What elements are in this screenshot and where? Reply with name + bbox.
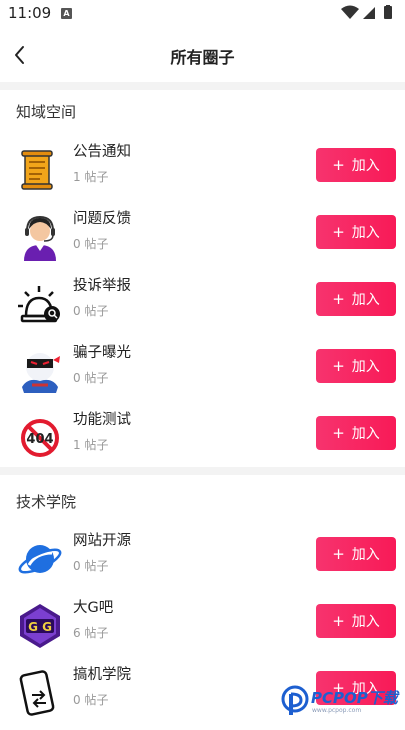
circle-name: 投诉举报	[73, 278, 131, 294]
join-label: 加入	[351, 225, 380, 241]
circle-post-count: 0 帖子	[73, 237, 109, 251]
header: 所有圈子	[0, 28, 405, 82]
circle-post-count: 0 帖子	[73, 693, 109, 707]
join-button[interactable]: + 加入	[316, 537, 396, 571]
circle-post-count: 6 帖子	[73, 626, 109, 640]
circle-name: 大G吧	[73, 600, 114, 616]
alarm-report-icon	[16, 280, 64, 328]
join-button[interactable]: + 加入	[316, 604, 396, 638]
circle-post-count: 0 帖子	[73, 559, 109, 573]
watermark: PCPOP下载 www.pcpop.com	[278, 683, 405, 720]
plus-icon: +	[332, 545, 345, 563]
join-button[interactable]: + 加入	[316, 416, 396, 450]
watermark-subtext: www.pcpop.com	[312, 707, 362, 714]
join-label: 加入	[351, 359, 380, 375]
circle-post-count: 1 帖子	[73, 170, 109, 184]
plus-icon: +	[332, 357, 345, 375]
watermark-text: PCPOP下载	[311, 689, 398, 707]
circle-item-feature-test[interactable]: 404 功能测试 1 帖子 + 加入	[0, 408, 405, 475]
circle-post-count: 1 帖子	[73, 438, 109, 452]
join-button[interactable]: + 加入	[316, 282, 396, 316]
circle-item-open-source[interactable]: 网站开源 0 帖子 + 加入	[0, 529, 405, 596]
circle-name: 搞机学院	[73, 667, 131, 683]
no-404-icon: 404	[16, 414, 64, 462]
plus-icon: +	[332, 424, 345, 442]
headset-agent-icon	[16, 213, 64, 261]
svg-text:G: G	[42, 620, 52, 634]
plus-icon: +	[332, 290, 345, 308]
svg-text:404: 404	[26, 432, 53, 447]
join-button[interactable]: + 加入	[316, 148, 396, 182]
ninja-icon	[16, 347, 64, 395]
circle-item-big-g[interactable]: G G 大G吧 6 帖子 + 加入	[0, 596, 405, 663]
circle-item-feedback[interactable]: 问题反馈 0 帖子 + 加入	[0, 207, 405, 274]
circle-name: 网站开源	[73, 533, 131, 549]
join-button[interactable]: + 加入	[316, 215, 396, 249]
join-label: 加入	[351, 158, 380, 174]
page-title: 所有圈子	[170, 48, 235, 67]
status-time: 11:09	[8, 4, 52, 22]
join-label: 加入	[351, 547, 380, 563]
circle-item-announcement[interactable]: 公告通知 1 帖子 + 加入	[0, 140, 405, 207]
plus-icon: +	[332, 223, 345, 241]
scroll-icon	[16, 146, 64, 194]
circle-name: 公告通知	[73, 144, 131, 160]
plus-icon: +	[332, 156, 345, 174]
join-label: 加入	[351, 614, 380, 630]
circle-name: 功能测试	[73, 412, 131, 428]
status-bar: 11:09 A	[0, 0, 405, 28]
planet-icon	[16, 535, 64, 583]
join-label: 加入	[351, 426, 380, 442]
pcpop-logo-icon	[281, 685, 309, 715]
circle-name: 骗子曝光	[73, 345, 131, 361]
notification-a-icon: A	[61, 8, 72, 19]
join-button[interactable]: + 加入	[316, 349, 396, 383]
section-divider	[0, 467, 405, 475]
circle-post-count: 0 帖子	[73, 371, 109, 385]
plus-icon: +	[332, 612, 345, 630]
wifi-signal-battery-icon	[341, 5, 392, 19]
svg-text:G: G	[28, 620, 38, 634]
game-guardian-icon: G G	[16, 602, 64, 650]
section-title-tech: 技术学院	[16, 493, 77, 511]
join-label: 加入	[351, 292, 380, 308]
circle-post-count: 0 帖子	[73, 304, 109, 318]
section-title-zhiyu: 知域空间	[16, 103, 77, 121]
phone-transfer-icon	[16, 669, 64, 717]
status-icons	[341, 5, 397, 25]
section-divider	[0, 82, 405, 90]
circle-item-complaint[interactable]: 投诉举报 0 帖子 + 加入	[0, 274, 405, 341]
circle-name: 问题反馈	[73, 211, 131, 227]
circle-item-scam-exposure[interactable]: 骗子曝光 0 帖子 + 加入	[0, 341, 405, 408]
